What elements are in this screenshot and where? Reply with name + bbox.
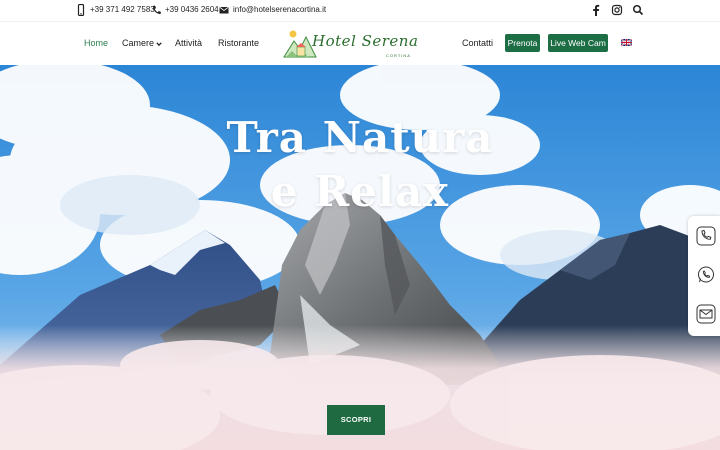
mobile-contact[interactable]: +39 371 492 7583 <box>76 4 155 16</box>
side-contact-panel <box>688 216 720 336</box>
main-navigation: Home Camere Attività Ristorante Hotel Se… <box>0 21 720 65</box>
phone-contact[interactable]: +39 0436 2604 <box>151 4 219 16</box>
nav-contatti[interactable]: Contatti <box>462 37 493 49</box>
instagram-icon[interactable] <box>611 4 623 16</box>
phone-icon <box>153 5 161 14</box>
hero-title-line2: e Relax <box>270 167 450 216</box>
nav-camere-label: Camere <box>122 38 155 48</box>
search-icon[interactable] <box>632 4 644 16</box>
phone-number: +39 0436 2604 <box>165 5 219 14</box>
live-webcam-button[interactable]: Live Web Cam <box>548 34 608 52</box>
facebook-icon[interactable] <box>590 4 602 16</box>
hero-banner: Tra Natura e Relax SCOPRI <box>0 65 720 450</box>
nav-camere[interactable]: Camere <box>122 37 162 49</box>
mobile-icon <box>77 4 85 16</box>
email-address: info@hotelserenacortina.it <box>233 5 327 14</box>
envelope-icon <box>219 6 229 14</box>
hero-title-line1: Tra Natura <box>226 113 494 162</box>
prenota-button[interactable]: Prenota <box>505 34 540 52</box>
nav-ristorante[interactable]: Ristorante <box>218 37 259 49</box>
chevron-down-icon <box>156 41 162 46</box>
uk-flag-icon[interactable] <box>621 39 632 46</box>
logo-name: Hotel Serena <box>312 32 419 50</box>
email-contact[interactable]: info@hotelserenacortina.it <box>219 4 326 16</box>
nav-home[interactable]: Home <box>84 37 108 49</box>
mail-icon[interactable] <box>696 304 716 324</box>
whatsapp-icon[interactable] <box>696 265 716 285</box>
hotel-logo[interactable]: Hotel Serena CORTINA <box>282 27 442 61</box>
mobile-number: +39 371 492 7583 <box>90 5 155 14</box>
top-contact-bar: +39 371 492 7583 +39 0436 2604 info@hote… <box>0 0 720 21</box>
phone-icon[interactable] <box>696 226 716 246</box>
nav-attivita[interactable]: Attività <box>175 37 202 49</box>
logo-subtitle: CORTINA <box>386 53 411 58</box>
scopri-button[interactable]: SCOPRI <box>327 405 385 435</box>
